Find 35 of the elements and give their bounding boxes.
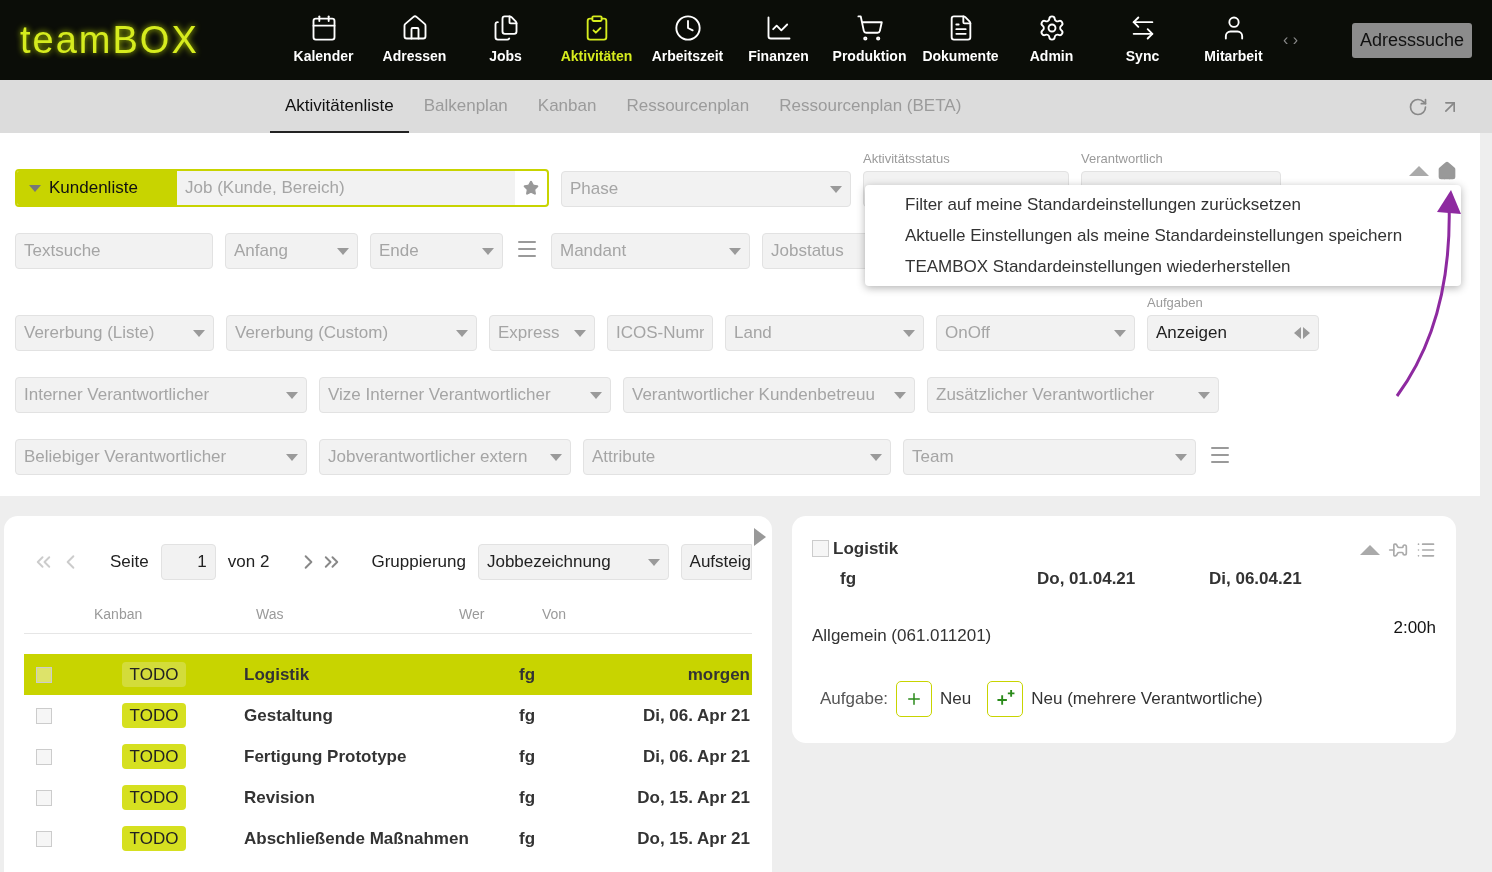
- activity-title: Logistik: [833, 538, 899, 560]
- assignee: fg: [519, 663, 537, 686]
- assignee: fg: [519, 827, 537, 850]
- grouping-label: Gruppierung: [371, 551, 466, 574]
- job-name: Allgemein (061.011201): [812, 625, 992, 647]
- status-tag: TODO: [121, 825, 187, 852]
- assignee: fg: [839, 567, 858, 590]
- task-name: Logistik: [244, 663, 311, 686]
- task-name: Gestaltung: [244, 704, 334, 727]
- end-date: Di, 06.04.21: [1209, 567, 1302, 590]
- start-date: Do, 01.04.21: [1037, 567, 1137, 590]
- status-tag: TODO: [121, 661, 187, 688]
- field-label: Aufgaben: [1147, 295, 1204, 311]
- status-tag: TODO: [121, 743, 187, 770]
- due-date: Do, 15. Apr 21: [636, 786, 751, 809]
- task-name: Fertigung Prototype: [244, 745, 408, 768]
- task-name: Revision: [244, 786, 316, 809]
- task-label: Aufgabe:: [820, 687, 889, 710]
- duration: 2:00h: [1393, 617, 1436, 639]
- task-name: Abschließende Maßnahmen: [244, 827, 470, 850]
- page-count: von 2: [227, 551, 270, 574]
- status-tag: TODO: [121, 702, 187, 729]
- assignee: fg: [519, 786, 537, 809]
- due-date: Di, 06. Apr 21: [641, 745, 751, 768]
- field-label: Aktivitätsstatus: [863, 151, 951, 167]
- assignee: fg: [519, 704, 537, 727]
- field-label: Verantwortlich: [1081, 151, 1164, 167]
- due-date: morgen: [686, 663, 751, 686]
- page-label: Seite: [110, 551, 149, 574]
- status-tag: TODO: [121, 784, 187, 811]
- due-date: Do, 15. Apr 21: [636, 827, 751, 850]
- new-task-label: Neu: [940, 687, 972, 710]
- new-multi-task-label: Neu (mehrere Verantwortliche): [1031, 687, 1263, 710]
- assignee: fg: [519, 745, 537, 768]
- due-date: Di, 06. Apr 21: [641, 704, 751, 727]
